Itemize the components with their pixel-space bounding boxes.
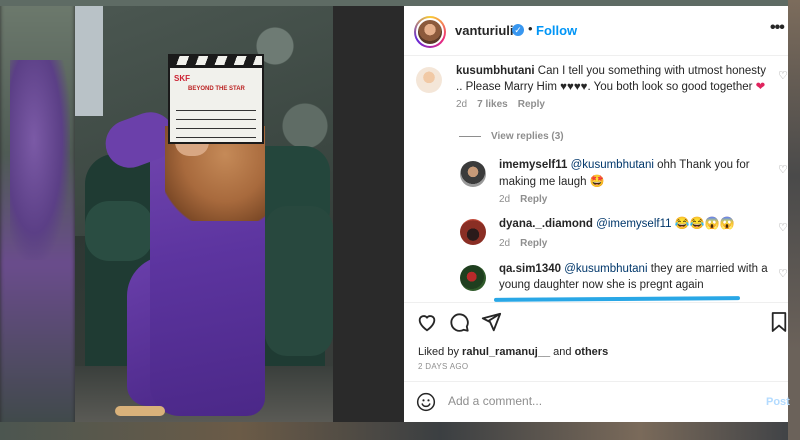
view-replies-button[interactable]: View replies (3) <box>459 131 564 142</box>
comment-username[interactable]: kusumbhutani <box>456 65 535 77</box>
follow-button[interactable]: Follow <box>536 23 577 38</box>
clapperboard-title: BEYOND THE STAR <box>188 86 245 92</box>
liked-by: Liked by rahul_ramanuj__ and others <box>418 346 608 358</box>
reply-button[interactable]: Reply <box>520 238 547 249</box>
clapperboard-lines <box>176 102 256 138</box>
reply-button[interactable]: Reply <box>520 194 547 205</box>
comment-like-heart-icon[interactable]: ♡ <box>778 267 788 280</box>
red-heart-emoji: ❤ <box>755 81 766 93</box>
backdrop-bottom <box>0 422 800 440</box>
comment-username[interactable]: imemyself11 <box>499 159 567 171</box>
comment-age: 2d <box>456 99 468 110</box>
clapperboard-stripes <box>168 54 264 67</box>
comment-text: imemyself11 @kusumbhutani ohh Thank you … <box>499 157 769 190</box>
comment-bubble-icon[interactable] <box>448 311 470 333</box>
share-send-icon[interactable] <box>480 311 502 333</box>
star-struck-emoji: 🤩 <box>589 174 605 188</box>
post-header: vanturiulia ✓ • Follow ••• <box>404 6 788 56</box>
comment-meta: 2d Reply <box>499 194 547 205</box>
liked-by-others[interactable]: others <box>575 346 609 358</box>
post-date[interactable]: 2 DAYS AGO <box>418 362 468 371</box>
post-actions <box>404 302 788 338</box>
header-separator: • <box>528 21 533 36</box>
annotation-underline <box>493 296 741 302</box>
comment-username[interactable]: dyana._.diamond <box>499 218 593 230</box>
comment-text: qa.sim1340 @kusumbhutani they are marrie… <box>499 261 769 293</box>
comment-meta: 2d 7 likes Reply <box>456 99 545 110</box>
comment-meta: 2d Reply <box>499 238 547 249</box>
commenter-avatar[interactable] <box>460 219 486 245</box>
liked-by-user[interactable]: rahul_ramanuj__ <box>462 346 550 358</box>
view-replies-label: View replies (3) <box>491 131 564 142</box>
comment-mention[interactable]: @kusumbhutani <box>564 263 647 275</box>
clapperboard: SKF BEYOND THE STAR <box>168 54 264 144</box>
liked-by-and: and <box>553 346 572 358</box>
backdrop-right <box>788 0 800 440</box>
comment-like-heart-icon[interactable]: ♡ <box>778 221 788 234</box>
view-replies-line <box>459 136 481 137</box>
reply-button[interactable]: Reply <box>518 99 545 110</box>
photo-shoe <box>115 406 165 416</box>
comment-text: dyana._.diamond @imemyself11 😂😂😱😱 <box>499 215 769 232</box>
commenter-avatar[interactable] <box>460 161 486 187</box>
liked-by-prefix: Liked by <box>418 346 459 358</box>
commenter-avatar[interactable] <box>460 265 486 291</box>
post-comment-button[interactable]: Post <box>766 396 790 408</box>
like-heart-icon[interactable] <box>416 311 438 333</box>
verified-badge-icon: ✓ <box>512 24 524 36</box>
author-username[interactable]: vanturiulia <box>455 23 521 38</box>
comment-likes[interactable]: 7 likes <box>477 99 508 110</box>
more-options-icon[interactable]: ••• <box>770 19 785 37</box>
save-bookmark-icon[interactable] <box>770 311 788 333</box>
photo-sofa-arm-left <box>85 201 153 261</box>
backdrop-left-purple <box>10 60 70 260</box>
comment-like-heart-icon[interactable]: ♡ <box>778 163 788 176</box>
laughing-emoji: 😂😂😱😱 <box>674 216 735 230</box>
comment-text: kusumbhutani Can I tell you something wi… <box>456 63 766 95</box>
comment-like-heart-icon[interactable]: ♡ <box>778 69 788 82</box>
comment-age: 2d <box>499 238 511 249</box>
photo-sofa-arm-right <box>265 206 333 356</box>
comment-mention[interactable]: @kusumbhutani <box>571 159 654 171</box>
photo-window <box>75 6 103 116</box>
emoji-smiley-icon[interactable] <box>416 392 436 412</box>
comment-mention[interactable]: @imemyself11 <box>596 218 671 230</box>
add-comment-input[interactable] <box>448 394 728 408</box>
clapperboard-brand: SKF <box>174 74 190 83</box>
author-avatar[interactable] <box>414 16 446 48</box>
post-photo[interactable]: SKF BEYOND THE STAR <box>75 6 333 422</box>
comment-bar: Post <box>404 381 790 422</box>
comment-age: 2d <box>499 194 511 205</box>
post-side-panel: vanturiulia ✓ • Follow ••• kusumbhutani … <box>404 6 790 422</box>
comments-list[interactable]: kusumbhutani Can I tell you something wi… <box>404 57 788 302</box>
commenter-avatar[interactable] <box>416 67 442 93</box>
comment-username[interactable]: qa.sim1340 <box>499 263 561 275</box>
